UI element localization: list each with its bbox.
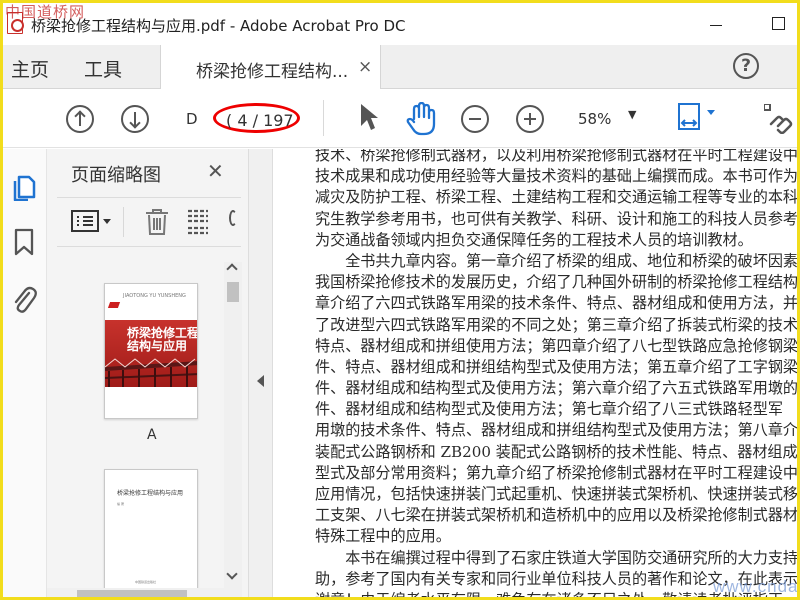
document-line: 件、特点、器材组成和拼组结构型式及使用方法；第五章介绍了工字钢梁的技术条件 — [315, 357, 797, 376]
fit-page-icon[interactable] — [676, 102, 704, 134]
page-thumbnail-cover[interactable]: JIAOTONG YU YUNSHENG 桥梁抢修工程 结构与应用 — [104, 283, 198, 419]
title-page-authors: 编 著 — [117, 502, 124, 506]
zoom-chevron-down-icon[interactable]: ▼ — [628, 108, 636, 121]
page-thumbnails-icon[interactable] — [11, 173, 37, 201]
scroll-down-icon[interactable] — [226, 568, 238, 580]
page-thumbnails-panel: 页面缩略图 ✕ JIAOTONG YU YUNSHENG 桥梁抢修工程 结构与应… — [47, 149, 249, 597]
title-bar: 中国道桥网 桥梁抢修工程结构与应用.pdf - Adobe Acrobat Pr… — [3, 3, 797, 45]
thumbnail-tools — [57, 197, 241, 247]
toolbar-separator — [323, 100, 324, 136]
document-line: 型式及部分常用资料；第九章介绍了桥梁抢修制式器材在平时工程建设中的拓展 — [315, 463, 797, 482]
zoom-in-icon[interactable] — [516, 105, 544, 133]
more-tools-icon[interactable] — [229, 210, 237, 226]
trash-icon[interactable] — [145, 208, 169, 236]
scroll-up-icon[interactable] — [226, 263, 238, 275]
zoom-level[interactable]: 58% — [578, 110, 611, 128]
share-link-icon[interactable] — [764, 104, 798, 134]
tab-bar: 主页 工具 桥梁抢修工程结构... × ? — [3, 45, 797, 89]
document-line: 究生教学参考用书，也可供有关教学、科研、设计和施工的科技人员参考，以及作 — [315, 209, 797, 228]
document-tab-label: 桥梁抢修工程结构... — [196, 62, 349, 82]
document-line: 全书共九章内容。第一章介绍了桥梁的组成、地位和桥梁的破坏因素，回顾了 — [345, 251, 797, 270]
horizontal-scrollbar[interactable] — [47, 588, 242, 597]
publisher-logo — [107, 302, 121, 308]
tab-tools[interactable]: 工具 — [84, 55, 122, 82]
bookmark-icon[interactable] — [11, 227, 37, 257]
document-line: 本书在编撰过程中得到了石家庄铁道大学国防交通研究所的大力支持和帮 — [315, 548, 797, 567]
document-line: 减灾及防护工程、桥梁工程、土建结构工程和交通运输工程等专业的本科生和研 — [315, 188, 797, 207]
page-thumbnail-title[interactable]: 桥梁抢修工程结构与应用 编 著 中国铁道出版社 — [104, 469, 198, 597]
document-line: 件、器材组成和结构型式及使用方法；第六章介绍了六五式铁路军用墩的技术条件 — [315, 379, 797, 398]
cover-title-line1: 桥梁抢修工程 — [127, 326, 198, 340]
document-line: 我国桥梁抢修技术的发展历史，介绍了几种国外研制的桥梁抢修工程结构；第二 — [315, 273, 797, 292]
document-line: 应用情况，包括快速拼装门式起重机、快速拼装式架桥机、快速拼装式移梁现浇梁 — [315, 485, 797, 503]
attachment-icon[interactable] — [11, 283, 37, 315]
window-title: 桥梁抢修工程结构与应用.pdf - Adobe Acrobat Pro DC — [31, 17, 406, 35]
zoom-out-icon[interactable] — [461, 105, 489, 133]
document-line: 用墩的技术条件、特点、器材组成和拼组结构型式及使用方法；第八章介绍了 321 — [315, 421, 797, 440]
maximize-button[interactable] — [768, 13, 792, 37]
horizontal-scrollbar-thumb[interactable] — [77, 590, 187, 597]
panel-title: 页面缩略图 — [71, 165, 161, 186]
collapse-panel-icon[interactable] — [257, 375, 264, 387]
options-chevron-down-icon[interactable] — [103, 219, 111, 224]
document-text: 技术、桥梁抢修制式器材，以及利用桥梁抢修制式器材在平时工程建设中的多项 技术成果… — [315, 149, 797, 597]
close-panel-icon[interactable]: ✕ — [207, 159, 224, 183]
document-line: 特点、器材组成和拼组使用方法；第四章介绍了八七型铁路应急抢修钢梁技术条件 — [315, 336, 797, 355]
title-page-publisher: 中国铁道出版社 — [135, 580, 157, 584]
document-line: 特殊工程中的应用。 — [315, 527, 451, 546]
document-line: 工支架、八七梁在拼装式架桥机和造桥机中的应用以及桥梁抢修制式器材在其他 — [315, 506, 797, 525]
left-rail — [3, 149, 47, 597]
page-number-field[interactable]: ( 4 / 197 — [213, 103, 300, 133]
document-line: 件、器材组成和结构型式及使用方法；第七章介绍了八三式铁路轻型军 — [315, 400, 783, 419]
thumbnail-scrollbar[interactable] — [224, 262, 242, 588]
document-line: 技术、桥梁抢修制式器材，以及利用桥梁抢修制式器材在平时工程建设中的多项 — [315, 149, 797, 164]
extract-pages-icon[interactable] — [185, 208, 213, 236]
document-page[interactable]: 技术、桥梁抢修制式器材，以及利用桥梁抢修制式器材在平时工程建设中的多项 技术成果… — [273, 149, 797, 597]
document-line: 装配式公路钢桥和 ZB200 装配式公路钢桥的技术性能、特点、器材组成、拼组结构 — [315, 442, 797, 461]
tools-separator — [123, 207, 124, 237]
document-tab[interactable]: 桥梁抢修工程结构... × — [160, 45, 381, 89]
document-line: 为交通战备领域内担负交通保障任务的工程技术人员的培训教材。 — [315, 230, 753, 249]
tab-home[interactable]: 主页 — [11, 55, 49, 82]
fit-chevron-down-icon[interactable] — [707, 110, 715, 115]
title-page-text: 桥梁抢修工程结构与应用 — [117, 490, 184, 497]
page-indicator: ( 4 / 197 — [226, 111, 294, 130]
document-toolbar: D ( 4 / 197 58% ▼ — [3, 90, 797, 148]
thumbnail-page-label: A — [147, 427, 157, 443]
panel-collapse-strip[interactable] — [249, 149, 273, 597]
page-prefix: D — [186, 110, 198, 128]
scrollbar-thumb[interactable] — [227, 282, 239, 302]
next-page-icon[interactable] — [121, 105, 149, 133]
document-watermark: www.cndao.com — [713, 577, 797, 596]
cover-publisher: JIAOTONG YU YUNSHENG — [123, 293, 186, 299]
document-line: 章介绍了六四式铁路军用梁的技术条件、特点、器材组成和使用方法，并简单介绍 — [315, 294, 797, 313]
document-line: 技术成果和成功使用经验等大量技术资料的基础上编撰而成。本书可作为防灾 — [315, 167, 797, 186]
hand-tool-icon[interactable] — [405, 102, 437, 136]
close-tab-icon[interactable]: × — [358, 57, 372, 77]
options-list-icon[interactable] — [71, 210, 99, 232]
document-line: 了改进型六四式铁路军用梁的不同之处；第三章介绍了拆装式桁梁的技术条件、 — [315, 315, 797, 334]
previous-page-icon[interactable] — [66, 105, 94, 133]
select-cursor-icon[interactable] — [359, 103, 379, 131]
minimize-button[interactable] — [706, 13, 730, 37]
acrobat-window: 中国道桥网 桥梁抢修工程结构与应用.pdf - Adobe Acrobat Pr… — [0, 0, 800, 600]
bridge-illustration — [105, 358, 197, 387]
help-icon[interactable]: ? — [733, 53, 759, 79]
cover-title-band: 桥梁抢修工程 结构与应用 — [105, 320, 198, 387]
